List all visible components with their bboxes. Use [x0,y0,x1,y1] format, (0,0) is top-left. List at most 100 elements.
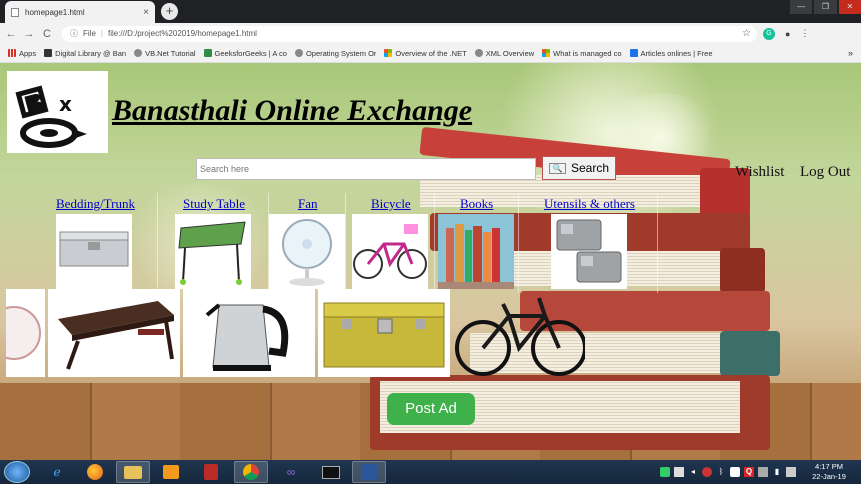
bookmark-digital-library[interactable]: Digital Library @ Ban [44,49,126,58]
digital-library-icon [44,49,53,57]
category-link-study-table[interactable]: Study Table [183,196,245,212]
new-tab-button[interactable]: + [161,3,178,20]
url-text[interactable]: file:///D:/project%202019/homepage1.html [108,29,257,38]
bookmark-dotnet[interactable]: Overview of the .NET [384,49,467,58]
wishlist-link[interactable]: Wishlist [735,164,784,181]
bookmark-apps[interactable]: Apps [8,49,36,58]
window-controls: — ❐ ✕ [790,0,861,14]
site-title[interactable]: Banasthali Online Exchange [112,94,472,128]
geeksforgeeks-icon [203,49,212,57]
book-teal [720,331,780,376]
box-logo-icon: x [15,85,87,148]
fan-image[interactable] [269,214,345,289]
svg-text:x: x [59,92,72,116]
app-tray-icon[interactable] [702,467,712,477]
product-fan-partial[interactable] [6,289,45,377]
bookmark-label: GeeksforGeeks | A co [214,48,287,58]
category-link-utensils[interactable]: Utensils & others [544,196,635,212]
book-brown-spine [720,248,765,293]
microsoft-icon [542,49,551,57]
clock-date: 22-Jan-19 [812,472,846,481]
minimize-button[interactable]: — [790,0,813,14]
signal-icon[interactable]: ▮ [772,467,782,477]
bicycle-graphic [455,297,585,376]
bookmark-articles[interactable]: Articles onlines | Free [629,49,713,58]
bookmark-xml[interactable]: XML Overview [474,49,534,58]
tab-title: homepage1.html [25,7,85,17]
omnibox[interactable]: ⓘ File | file:///D:/project%202019/homep… [62,25,757,42]
app-tray-icon[interactable] [758,467,768,477]
category-link-bicycle[interactable]: Bicycle [371,196,411,212]
browser-tab[interactable]: homepage1.html × [5,1,155,23]
menu-icon[interactable]: ⋮ [800,28,809,39]
taskbar-firefox-icon[interactable] [78,461,112,483]
play-icon [163,465,179,479]
bookmark-label: Operating System Or [305,48,377,58]
web-page: x Banasthali Online Exchange Search here… [0,63,861,460]
product-laptop-table[interactable] [48,289,180,377]
category-link-fan[interactable]: Fan [298,196,318,212]
bookmark-managed-code[interactable]: What is managed co [542,48,622,58]
logout-link[interactable]: Log Out [800,164,850,181]
search-button[interactable]: 🔍 Search [542,156,616,180]
bookmark-label: Digital Library @ Ban [55,48,127,58]
taskbar-media-player-icon[interactable] [154,461,188,483]
search-button-label: Search [570,161,610,175]
trunk-image[interactable] [56,214,132,289]
microsoft-icon [384,49,393,57]
bicycle-image[interactable] [352,214,428,289]
study-table-image[interactable] [175,214,251,289]
profile-icon[interactable]: ● [785,29,790,39]
taskbar-clock[interactable]: 4:17 PM 22-Jan-19 [800,462,858,482]
laptop-table-icon [58,301,174,370]
quickheal-icon[interactable]: Q [744,467,754,477]
taskbar-cmd-icon[interactable] [314,461,348,483]
taskbar-chrome-icon[interactable] [234,461,268,483]
close-window-button[interactable]: ✕ [838,0,861,14]
bookmark-os[interactable]: Operating System Or [294,48,377,58]
category-divider [157,193,158,293]
taskbar-vs-icon[interactable]: ∞ [274,461,308,483]
bookmarks-bar: Apps Digital Library @ Ban VB.Net Tutori… [0,44,861,63]
globe-icon [474,49,483,57]
firefox-icon [87,464,103,480]
bookmark-vbnet[interactable]: VB.Net Tutorial [134,49,196,58]
taskbar-word-icon[interactable] [352,461,386,483]
category-link-books[interactable]: Books [460,196,493,212]
post-ad-button[interactable]: Post Ad [387,393,475,425]
search-input[interactable]: Search here [196,158,536,180]
books-icon [438,224,514,289]
bookmark-label: What is managed co [553,48,622,58]
tab-close-icon[interactable]: × [143,7,149,18]
bluetooth-icon[interactable]: ᛒ [716,467,726,477]
start-button[interactable] [4,461,30,483]
category-divider [434,193,435,293]
taskbar-app-icon[interactable] [194,461,228,483]
scheme-label: File [83,29,96,38]
apps-icon [8,49,16,57]
bookmark-geeksforgeeks[interactable]: GeeksforGeeks | A co [203,48,287,58]
back-icon[interactable]: ← [4,28,18,40]
utensils-image[interactable] [551,214,627,289]
bookmark-star-icon[interactable]: ☆ [742,28,751,39]
clock-time: 4:17 PM [815,462,843,471]
site-logo[interactable]: x [7,71,108,153]
trunk-icon [323,302,445,368]
category-link-bedding-trunk[interactable]: Bedding/Trunk [56,196,135,212]
maximize-button[interactable]: ❐ [814,0,837,14]
product-kettle[interactable] [183,289,315,377]
reload-icon[interactable]: C [40,28,54,40]
network-icon[interactable] [660,467,670,477]
taskbar-explorer-icon[interactable] [116,461,150,483]
flag-icon[interactable] [674,467,684,477]
taskbar-ie-icon[interactable]: ℯ [40,461,74,483]
grammarly-icon[interactable]: G [763,27,775,40]
display-icon[interactable] [786,467,796,477]
product-yellow-trunk[interactable] [318,289,450,377]
volume-icon[interactable]: ◂ [688,467,698,477]
app-tray-icon[interactable] [730,467,740,477]
bookmarks-overflow-icon[interactable]: » [848,48,853,58]
forward-icon[interactable]: → [22,28,36,40]
info-icon[interactable]: ⓘ [70,28,78,39]
books-image[interactable] [438,214,514,289]
